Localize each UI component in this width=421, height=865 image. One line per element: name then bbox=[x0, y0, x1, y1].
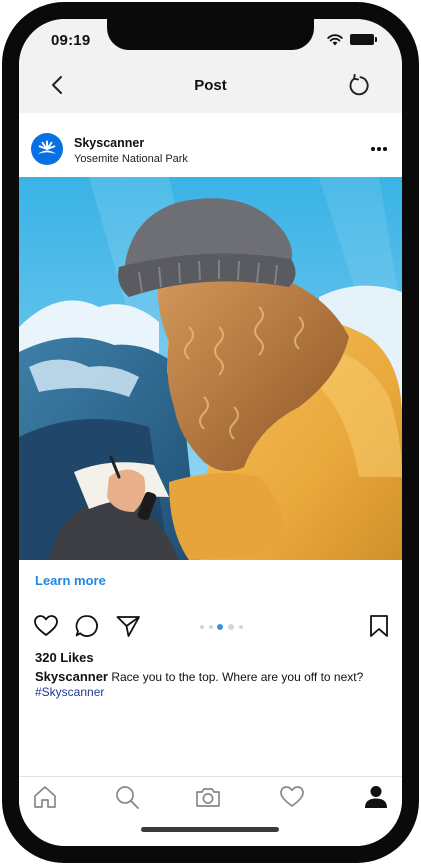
status-time: 09:19 bbox=[51, 32, 91, 49]
camera-icon[interactable] bbox=[195, 784, 221, 810]
post-caption: Skyscanner Race you to the top. Where ar… bbox=[35, 669, 395, 700]
refresh-icon[interactable] bbox=[346, 73, 371, 98]
battery-icon bbox=[350, 34, 377, 45]
bookmark-icon[interactable] bbox=[366, 613, 392, 639]
learn-more-link[interactable]: Learn more bbox=[35, 573, 106, 588]
wifi-icon bbox=[327, 34, 343, 46]
post-header: Skyscanner Yosemite National Park bbox=[19, 127, 402, 177]
page-title: Post bbox=[194, 77, 227, 94]
heart-icon[interactable] bbox=[33, 613, 59, 639]
screen: 09:19 Post Skyscanner Yosemite National … bbox=[19, 19, 402, 846]
caption-text: Race you to the top. Where are you off t… bbox=[111, 670, 364, 684]
post-location[interactable]: Yosemite National Park bbox=[74, 153, 188, 165]
account-name[interactable]: Skyscanner bbox=[74, 136, 144, 150]
home-icon[interactable] bbox=[32, 784, 58, 810]
more-options-icon[interactable] bbox=[371, 147, 387, 152]
comment-icon[interactable] bbox=[74, 613, 100, 639]
nav-bar: Post bbox=[19, 63, 402, 113]
avatar[interactable] bbox=[31, 133, 63, 165]
carousel-indicator bbox=[200, 624, 248, 630]
caption-hashtag[interactable]: #Skyscanner bbox=[35, 685, 395, 700]
share-icon[interactable] bbox=[115, 613, 141, 639]
phone-frame: 09:19 Post Skyscanner Yosemite National … bbox=[2, 2, 419, 863]
sunrise-logo-icon bbox=[38, 140, 56, 154]
caption-username[interactable]: Skyscanner bbox=[35, 669, 108, 684]
divider bbox=[19, 113, 402, 127]
post-actions bbox=[19, 609, 402, 643]
notch bbox=[107, 19, 314, 50]
activity-heart-icon[interactable] bbox=[279, 784, 305, 810]
tab-bar bbox=[19, 776, 402, 846]
likes-count[interactable]: 320 Likes bbox=[35, 650, 94, 665]
search-icon[interactable] bbox=[114, 784, 140, 810]
home-indicator[interactable] bbox=[141, 827, 279, 832]
profile-icon[interactable] bbox=[363, 784, 389, 810]
post-image[interactable] bbox=[19, 177, 402, 560]
